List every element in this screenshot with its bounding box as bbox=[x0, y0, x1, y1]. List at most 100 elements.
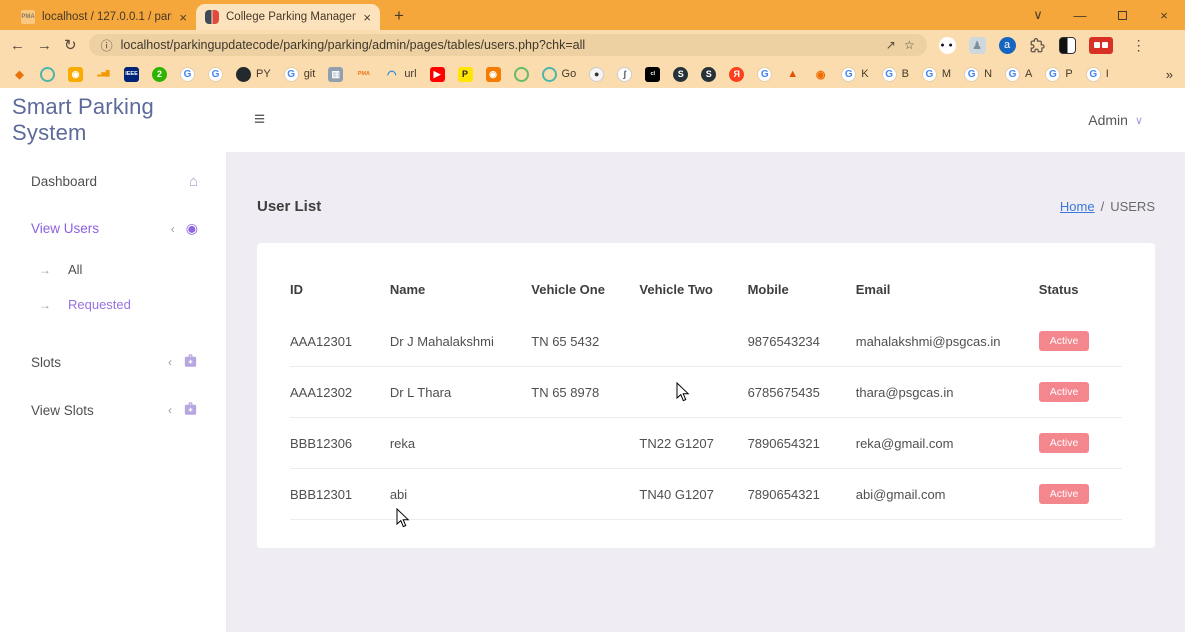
bookmark-star-icon[interactable]: ☆ bbox=[904, 38, 915, 52]
extensions-puzzle-icon[interactable] bbox=[1029, 37, 1046, 54]
page-info-icon[interactable]: ⓘ bbox=[101, 37, 113, 54]
share-icon[interactable]: ↗ bbox=[886, 38, 896, 52]
bookmark-diamond[interactable]: ◆ bbox=[12, 67, 27, 82]
sidebar-item-label: Slots bbox=[31, 355, 61, 370]
bookmark-url[interactable]: ◠url bbox=[384, 67, 416, 82]
sidebar-item-label: View Slots bbox=[31, 403, 94, 418]
bookmark-movie-icon: ◉ bbox=[486, 67, 501, 82]
browser-toolbar: ← → ↻ ⓘ localhost/parkingupdatecode/park… bbox=[0, 30, 1185, 60]
bookmark-google-git-label: git bbox=[304, 68, 316, 80]
bookmark-teal-ring[interactable] bbox=[40, 67, 55, 82]
cell-email: mahalakshmi@psgcas.in bbox=[856, 316, 1039, 367]
bookmark-pma[interactable]: PMA bbox=[356, 67, 371, 82]
bookmark-matlab[interactable]: ▲ bbox=[785, 67, 800, 82]
browser-menu-icon[interactable]: ⋮ bbox=[1126, 37, 1152, 54]
bookmark-printer[interactable]: ▥ bbox=[328, 67, 343, 82]
bookmark-g-k[interactable]: GK bbox=[841, 67, 868, 82]
bookmark-s2-icon: S bbox=[701, 67, 716, 82]
tab-close-icon[interactable]: × bbox=[179, 10, 187, 25]
sidebar-subitem-all[interactable]: → All bbox=[0, 252, 226, 287]
bookmark-g-p[interactable]: GP bbox=[1045, 67, 1072, 82]
breadcrumb-separator: / bbox=[1101, 199, 1105, 214]
admin-user-menu[interactable]: Admin ∨ bbox=[1088, 112, 1143, 128]
bookmark-github-py[interactable]: PY bbox=[236, 67, 271, 82]
bookmark-google-git-icon: G bbox=[284, 67, 299, 82]
sidebar-item-view-users[interactable]: View Users ‹ ◉ bbox=[0, 205, 226, 252]
tab-title: localhost / 127.0.0.1 / parking | p bbox=[42, 11, 172, 23]
bookmark-s1[interactable]: S bbox=[673, 67, 688, 82]
breadcrumb-home-link[interactable]: Home bbox=[1060, 199, 1095, 214]
cell-id: AAA12301 bbox=[290, 316, 390, 367]
status-badge[interactable]: Active bbox=[1039, 331, 1090, 351]
bookmark-p-yellow-icon: P bbox=[458, 67, 473, 82]
tab-phpmyadmin[interactable]: PMA localhost / 127.0.0.1 / parking | p … bbox=[12, 4, 196, 30]
address-bar[interactable]: ⓘ localhost/parkingupdatecode/parking/pa… bbox=[89, 34, 927, 56]
sidebar-subitem-requested[interactable]: → Requested bbox=[0, 287, 226, 322]
bookmark-g-a-label: A bbox=[1025, 68, 1032, 80]
sidebar-subitem-label: All bbox=[68, 262, 82, 277]
new-tab-button[interactable]: + bbox=[394, 6, 404, 26]
bookmark-green-ring[interactable] bbox=[514, 67, 529, 82]
forward-icon[interactable]: → bbox=[37, 38, 52, 53]
bookmark-cl[interactable]: cl bbox=[645, 67, 660, 82]
bookmark-diamond-icon: ◆ bbox=[12, 67, 27, 82]
bookmark-eye[interactable]: ◉ bbox=[813, 67, 828, 82]
reload-icon[interactable]: ↻ bbox=[64, 38, 77, 53]
bookmark-ieee[interactable]: IEEE bbox=[124, 67, 139, 82]
cell-id: BBB12301 bbox=[290, 469, 390, 520]
bookmark-analytics[interactable]: ▂▅█ bbox=[96, 67, 111, 82]
extension-profile-icon[interactable]: ♟ bbox=[969, 37, 986, 54]
bookmark-matlab-icon: ▲ bbox=[785, 67, 800, 82]
cell-email: reka@gmail.com bbox=[856, 418, 1039, 469]
hamburger-menu-icon[interactable]: ≡ bbox=[254, 109, 265, 131]
bookmark-g-b[interactable]: GB bbox=[882, 67, 909, 82]
bookmark-yandex[interactable]: Я bbox=[729, 67, 744, 82]
bookmarks-bar: ◆◉▂▅█IEEE2GGPYGgit▥PMA◠url▶P◉Go●ʃclSSЯG▲… bbox=[0, 60, 1185, 88]
sidebar-item-view-slots[interactable]: View Slots ‹ bbox=[0, 386, 226, 434]
bookmark-g-m-label: M bbox=[942, 68, 951, 80]
bookmark-g-a[interactable]: GA bbox=[1005, 67, 1032, 82]
bookmark-s2[interactable]: S bbox=[701, 67, 716, 82]
bookmark-google[interactable]: G bbox=[180, 67, 195, 82]
bookmark-github-py-icon bbox=[236, 67, 251, 82]
close-window-button[interactable]: × bbox=[1143, 8, 1185, 23]
cell-mobile: 7890654321 bbox=[748, 469, 856, 520]
tab-college-parking[interactable]: College Parking Management Sy × bbox=[196, 4, 380, 30]
bookmark-g-n[interactable]: GN bbox=[964, 67, 992, 82]
cell-name: Dr L Thara bbox=[390, 367, 531, 418]
bookmark-youtube[interactable]: ▶ bbox=[430, 67, 445, 82]
status-badge[interactable]: Active bbox=[1039, 382, 1090, 402]
extension-recorder-icon[interactable] bbox=[1089, 37, 1113, 54]
mouse-cursor bbox=[676, 382, 690, 402]
bookmark-g-m[interactable]: GM bbox=[922, 67, 951, 82]
bookmark-green-2[interactable]: 2 bbox=[152, 67, 167, 82]
cell-email: thara@psgcas.in bbox=[856, 367, 1039, 418]
status-badge[interactable]: Active bbox=[1039, 433, 1090, 453]
bookmark-go[interactable]: Go bbox=[542, 67, 577, 82]
bookmark-g-i[interactable]: GI bbox=[1086, 67, 1109, 82]
bookmark-camera[interactable]: ◉ bbox=[68, 67, 83, 82]
tab-close-icon[interactable]: × bbox=[363, 10, 371, 25]
restore-button[interactable] bbox=[1101, 11, 1143, 20]
extension-panda-icon[interactable]: ● ● bbox=[939, 37, 956, 54]
extension-a-icon[interactable]: a bbox=[999, 37, 1016, 54]
bookmark-cl-icon: cl bbox=[645, 67, 660, 82]
bookmark-movie[interactable]: ◉ bbox=[486, 67, 501, 82]
bookmark-google[interactable]: G bbox=[757, 67, 772, 82]
back-icon[interactable]: ← bbox=[10, 38, 25, 53]
bookmark-bird[interactable]: ● bbox=[589, 67, 604, 82]
bookmark-p-yellow[interactable]: P bbox=[458, 67, 473, 82]
sidebar-item-dashboard[interactable]: Dashboard ⌂ bbox=[0, 158, 226, 205]
bookmark-google-git[interactable]: Ggit bbox=[284, 67, 316, 82]
bookmarks-overflow-icon[interactable]: » bbox=[1166, 67, 1173, 82]
status-badge[interactable]: Active bbox=[1039, 484, 1090, 504]
bookmark-pma-icon: PMA bbox=[356, 67, 371, 82]
bookmark-google[interactable]: G bbox=[208, 67, 223, 82]
tab-search-icon[interactable]: ∨ bbox=[1017, 7, 1059, 23]
url-text[interactable]: localhost/parkingupdatecode/parking/park… bbox=[121, 38, 878, 52]
extension-contrast-icon[interactable] bbox=[1059, 37, 1076, 54]
bookmark-figure[interactable]: ʃ bbox=[617, 67, 632, 82]
sidebar-item-slots[interactable]: Slots ‹ bbox=[0, 338, 226, 386]
bookmark-figure-icon: ʃ bbox=[617, 67, 632, 82]
minimize-button[interactable]: — bbox=[1059, 8, 1101, 23]
